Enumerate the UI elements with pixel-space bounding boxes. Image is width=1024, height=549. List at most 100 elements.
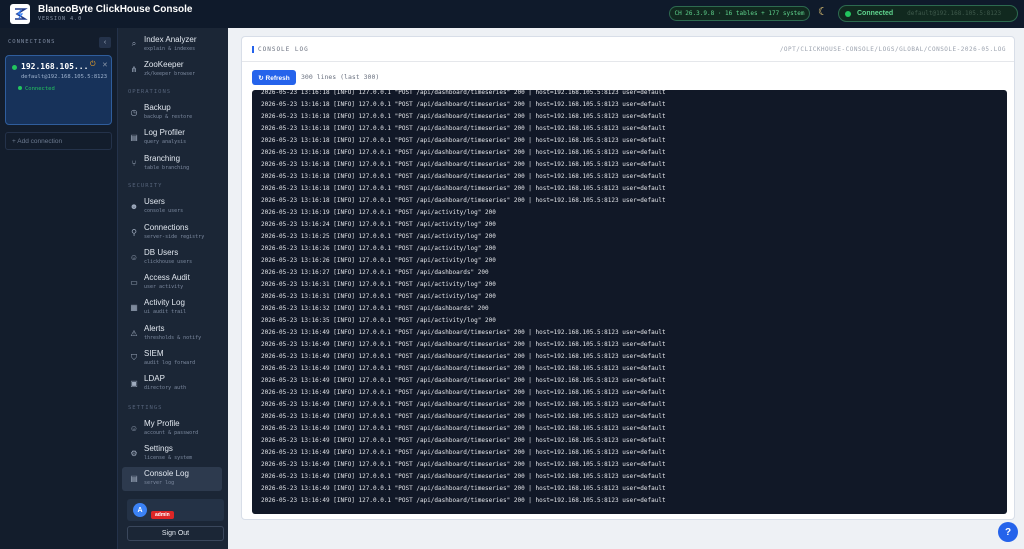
connections-panel: CONNECTIONS ‹ 192.168.105... ⏻ ✕ default… — [0, 28, 118, 549]
sidebar-item-label: DB Users — [144, 248, 179, 257]
backup-icon: ◷ — [130, 107, 138, 117]
log-line: 2026-05-23 13:16:18 [INFO] 127.0.0.1 "PO… — [261, 137, 666, 144]
log-line: 2026-05-23 13:16:49 [INFO] 127.0.0.1 "PO… — [261, 413, 666, 420]
log-line: 2026-05-23 13:16:49 [INFO] 127.0.0.1 "PO… — [261, 341, 666, 348]
sidebar-item-label: LDAP — [144, 374, 165, 383]
sidebar-item-console-log[interactable]: ▤ Console Log server log — [122, 467, 222, 491]
bell-icon: ⚠ — [130, 328, 138, 338]
nav-section-security: SECURITY — [128, 183, 163, 189]
sidebar-item-label: Branching — [144, 154, 181, 163]
avatar: A — [133, 503, 147, 517]
log-line: 2026-05-23 13:16:31 [INFO] 127.0.0.1 "PO… — [261, 281, 496, 288]
app-version: VERSION 4.0 — [38, 16, 83, 22]
sidebar-item-siem[interactable]: ⛉ SIEM audit log forward — [122, 347, 222, 371]
db-users-icon: ☺ — [129, 252, 139, 262]
sidebar-item-log-profiler[interactable]: ▤ Log Profiler query analysis — [122, 126, 222, 150]
sidebar-item-activity-log[interactable]: ▦ Activity Log ui audit trail — [122, 296, 222, 320]
log-viewer[interactable]: 2026-05-23 13:16:18 [INFO] 127.0.0.1 "PO… — [252, 90, 1007, 514]
power-icon[interactable]: ⏻ — [90, 61, 96, 69]
server-info-badge: CH 26.3.9.8 · 16 tables + 177 system — [669, 6, 810, 21]
nav-section-operations: OPERATIONS — [128, 89, 172, 95]
sidebar-scrollbar[interactable] — [225, 28, 228, 549]
log-line: 2026-05-23 13:16:26 [INFO] 127.0.0.1 "PO… — [261, 257, 496, 264]
sidebar-item-sub: user activity — [144, 284, 184, 290]
log-line: 2026-05-23 13:16:18 [INFO] 127.0.0.1 "PO… — [261, 173, 666, 180]
log-line: 2026-05-23 13:16:24 [INFO] 127.0.0.1 "PO… — [261, 221, 496, 228]
document-icon: ▤ — [130, 132, 138, 142]
sidebar-item-access-audit[interactable]: ▭ Access Audit user activity — [122, 271, 222, 295]
sidebar-item-connections[interactable]: ⚲ Connections server-side registry — [122, 221, 222, 245]
user-box: A admin — [127, 499, 224, 521]
moon-icon[interactable]: ☾ — [818, 5, 828, 18]
connections-header: CONNECTIONS — [8, 39, 56, 45]
log-line: 2026-05-23 13:16:49 [INFO] 127.0.0.1 "PO… — [261, 353, 666, 360]
magnifier-icon: ⌕ — [131, 39, 137, 48]
sidebar-item-ldap[interactable]: ▣ LDAP directory auth — [122, 372, 222, 396]
log-line: 2026-05-23 13:16:49 [INFO] 127.0.0.1 "PO… — [261, 425, 666, 432]
sidebar-item-sub: backup & restore — [144, 114, 193, 120]
log-line: 2026-05-23 13:16:49 [INFO] 127.0.0.1 "PO… — [261, 461, 666, 468]
branch-icon: ⑂ — [131, 158, 137, 168]
sidebar-item-sub: ui audit trail — [144, 309, 187, 315]
sidebar-item-alerts[interactable]: ⚠ Alerts thresholds & notify — [122, 322, 222, 346]
log-line: 2026-05-23 13:16:49 [INFO] 127.0.0.1 "PO… — [261, 377, 666, 384]
sign-out-button[interactable]: Sign Out — [127, 526, 224, 541]
log-line: 2026-05-23 13:16:26 [INFO] 127.0.0.1 "PO… — [261, 245, 496, 252]
connection-host: 192.168.105... — [21, 62, 89, 71]
connection-status: Connected — [18, 86, 55, 92]
log-line: 2026-05-23 13:16:25 [INFO] 127.0.0.1 "PO… — [261, 233, 496, 240]
connection-card[interactable]: 192.168.105... ⏻ ✕ default@192.168.105.5… — [5, 55, 112, 125]
sidebar-item-sub: server-side registry — [144, 234, 205, 240]
log-line: 2026-05-23 13:16:18 [INFO] 127.0.0.1 "PO… — [261, 125, 666, 132]
help-button[interactable]: ? — [998, 522, 1018, 542]
activity-icon: ▦ — [130, 302, 138, 312]
role-badge: admin — [151, 511, 174, 519]
sidebar-item-db-users[interactable]: ☺ DB Users clickhouse users — [122, 246, 222, 270]
sidebar-item-my-profile[interactable]: ☺ My Profile account & password — [122, 417, 222, 441]
log-line: 2026-05-23 13:16:18 [INFO] 127.0.0.1 "PO… — [261, 113, 666, 120]
app-title: BlancoByte ClickHouse Console — [38, 4, 193, 15]
sidebar-item-sub: query analysis — [144, 139, 187, 145]
log-lines: 2026-05-23 13:16:18 [INFO] 127.0.0.1 "PO… — [261, 90, 1001, 507]
close-icon[interactable]: ✕ — [102, 61, 108, 69]
log-line: 2026-05-23 13:16:49 [INFO] 127.0.0.1 "PO… — [261, 449, 666, 456]
sidebar-item-label: Index Analyzer — [144, 35, 197, 44]
log-line: 2026-05-23 13:16:27 [INFO] 127.0.0.1 "PO… — [261, 269, 489, 276]
sidebar-item-index-analyzer[interactable]: ⌕ Index Analyzer explain & indexes — [122, 33, 222, 57]
profile-icon: ☺ — [129, 423, 139, 433]
connection-user: default@192.168.105.5:8123 — [21, 74, 108, 80]
sidebar-item-users[interactable]: ☻ Users console users — [122, 195, 222, 219]
page-title: CONSOLE LOG — [252, 46, 309, 53]
sidebar-item-zookeeper[interactable]: ⋔ ZooKeeper zk/keeper browser — [122, 58, 222, 82]
sidebar-item-sub: zk/keeper browser — [144, 71, 196, 77]
log-line: 2026-05-23 13:16:49 [INFO] 127.0.0.1 "PO… — [261, 365, 666, 372]
status-dot-icon — [845, 10, 851, 17]
connection-status-text: Connected — [857, 10, 894, 17]
sidebar-item-label: Settings — [144, 444, 173, 453]
add-connection-button[interactable]: + Add connection — [5, 132, 112, 150]
sidebar-item-label: Connections — [144, 223, 189, 232]
sidebar-item-settings[interactable]: ⚙ Settings license & system — [122, 442, 222, 466]
log-line: 2026-05-23 13:16:18 [INFO] 127.0.0.1 "PO… — [261, 101, 666, 108]
log-line: 2026-05-23 13:16:49 [INFO] 127.0.0.1 "PO… — [261, 437, 666, 444]
sidebar-item-backup[interactable]: ◷ Backup backup & restore — [122, 101, 222, 125]
nav-sidebar: ⌕ Index Analyzer explain & indexes ⋔ Zoo… — [118, 28, 228, 549]
refresh-button[interactable]: ↻ Refresh — [252, 70, 296, 85]
sidebar-item-sub: explain & indexes — [144, 46, 196, 52]
users-icon: ☻ — [129, 201, 139, 211]
console-log-card: CONSOLE LOG /OPT/CLICKHOUSE-CONSOLE/LOGS… — [241, 36, 1015, 520]
log-line: 2026-05-23 13:16:49 [INFO] 127.0.0.1 "PO… — [261, 473, 666, 480]
connection-detail-text: default@192.168.105.5:8123 — [907, 10, 1002, 17]
log-line: 2026-05-23 13:16:49 [INFO] 127.0.0.1 "PO… — [261, 329, 666, 336]
shield-icon: ⛉ — [131, 353, 137, 362]
log-line: 2026-05-23 13:16:18 [INFO] 127.0.0.1 "PO… — [261, 90, 666, 96]
log-line: 2026-05-23 13:16:18 [INFO] 127.0.0.1 "PO… — [261, 185, 666, 192]
directory-icon: ▣ — [130, 378, 138, 388]
audit-icon: ▭ — [130, 277, 138, 287]
connection-status-pill[interactable]: Connected default@192.168.105.5:8123 — [838, 5, 1018, 22]
collapse-panel-button[interactable]: ‹ — [99, 37, 111, 48]
log-line: 2026-05-23 13:16:49 [INFO] 127.0.0.1 "PO… — [261, 401, 666, 408]
sidebar-item-branching[interactable]: ⑂ Branching table branching — [122, 152, 222, 176]
sidebar-item-sub: console users — [144, 208, 184, 214]
log-line: 2026-05-23 13:16:18 [INFO] 127.0.0.1 "PO… — [261, 149, 666, 156]
